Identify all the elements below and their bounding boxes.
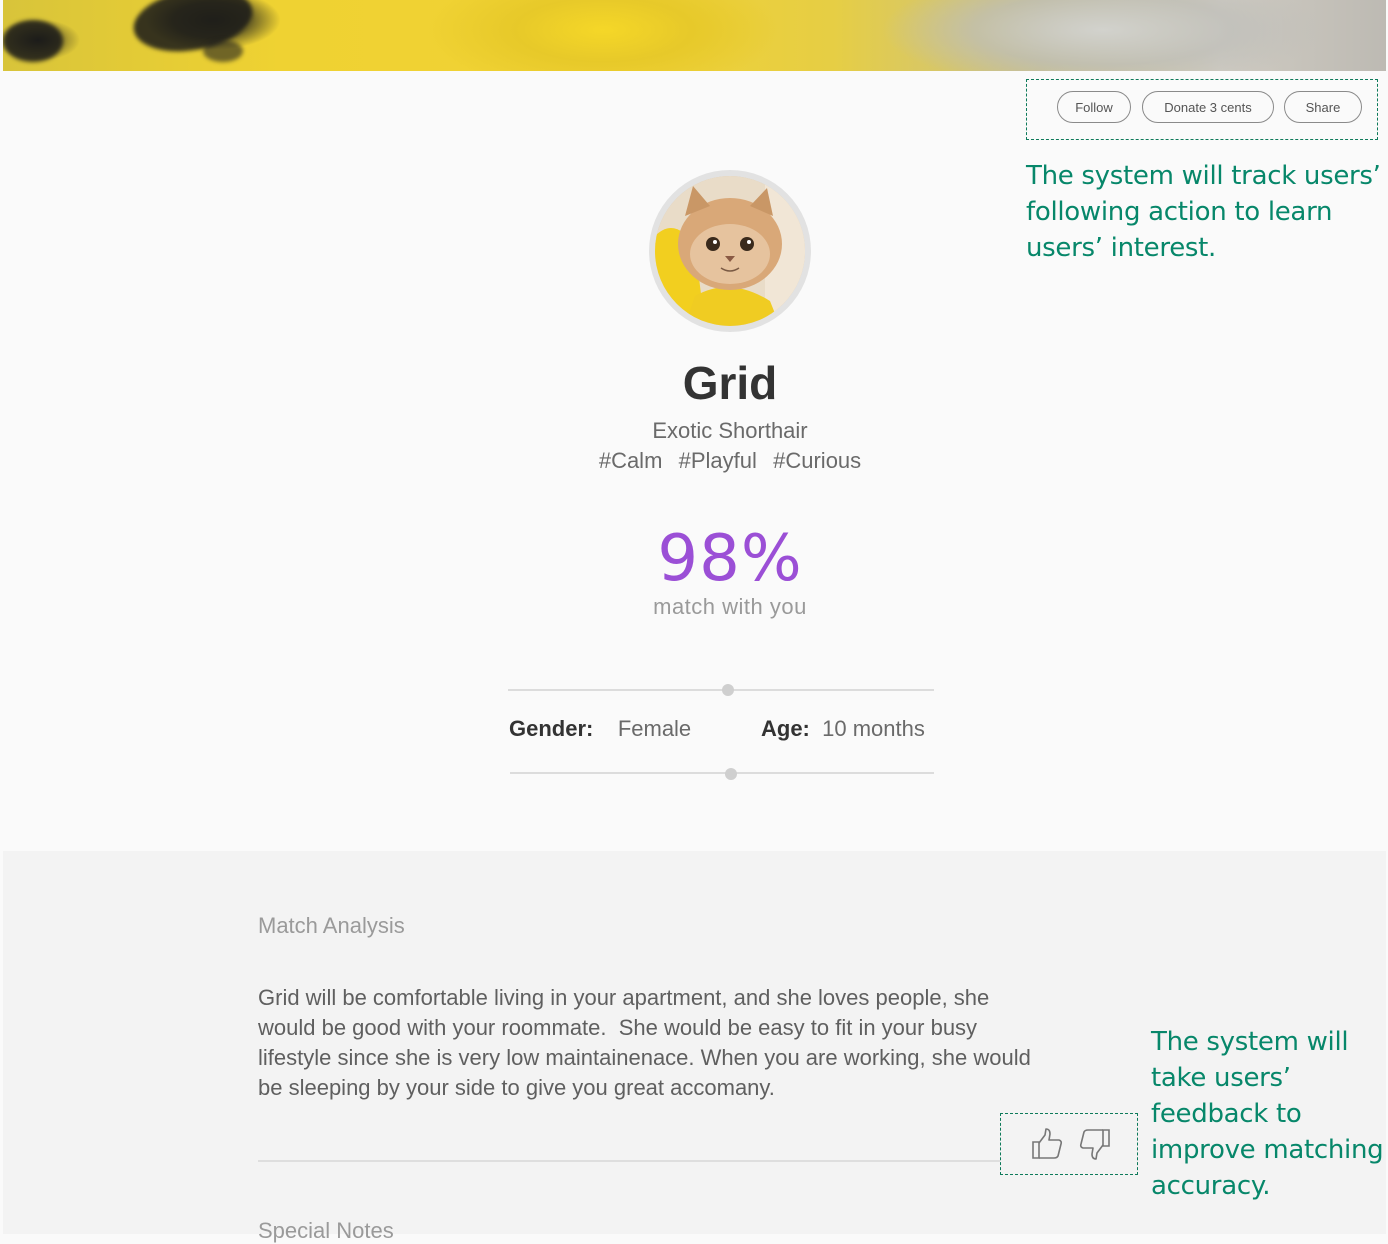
annotation-line: take users’ bbox=[1151, 1063, 1291, 1093]
age-info: Age: 10 months bbox=[761, 716, 925, 742]
thumbs-down-icon[interactable] bbox=[1077, 1126, 1113, 1162]
divider-bottom bbox=[510, 772, 934, 774]
analysis-line: lifestyle since she is very low maintain… bbox=[258, 1045, 1031, 1070]
match-analysis-title: Match Analysis bbox=[258, 913, 405, 938]
avatar-ring bbox=[649, 170, 811, 332]
follow-button[interactable]: Follow bbox=[1057, 91, 1131, 123]
annotation-line: The system will track users’ bbox=[1026, 161, 1381, 191]
feedback-annotation: The system will take users’ feedback to … bbox=[1151, 1024, 1384, 1204]
cat-photo bbox=[655, 176, 805, 326]
age-value: 10 months bbox=[822, 716, 925, 741]
gender-info: Gender: Female bbox=[509, 716, 691, 742]
analysis-line: be sleeping by your side to give you gre… bbox=[258, 1075, 775, 1100]
donate-button[interactable]: Donate 3 cents bbox=[1142, 91, 1274, 123]
annotation-line: improve matching bbox=[1151, 1135, 1384, 1165]
annotation-line: The system will bbox=[1151, 1027, 1349, 1057]
divider-bottom-dot bbox=[725, 768, 737, 780]
special-notes-title: Special Notes bbox=[258, 1218, 394, 1243]
divider-top-dot bbox=[722, 684, 734, 696]
gender-value: Female bbox=[617, 716, 692, 741]
pet-name: Grid bbox=[682, 357, 778, 409]
gender-label: Gender: bbox=[509, 716, 594, 741]
share-button[interactable]: Share bbox=[1284, 91, 1362, 123]
analysis-line: would be good with your roommate. She wo… bbox=[258, 1015, 978, 1040]
pet-tags: #Calm #Playful #Curious bbox=[598, 448, 862, 473]
match-analysis-text: Grid will be comfortable living in your … bbox=[258, 983, 1128, 1103]
match-label: match with you bbox=[653, 594, 807, 619]
divider-top bbox=[508, 689, 934, 691]
cover-banner-image bbox=[3, 0, 1386, 71]
analysis-divider bbox=[258, 1160, 1000, 1162]
feedback-highlight bbox=[1000, 1113, 1138, 1175]
follow-annotation: The system will track users’ following a… bbox=[1026, 158, 1381, 266]
pet-breed: Exotic Shorthair bbox=[652, 418, 808, 443]
age-label: Age: bbox=[761, 716, 810, 741]
analysis-line: Grid will be comfortable living in your … bbox=[258, 985, 990, 1010]
avatar[interactable] bbox=[655, 176, 805, 326]
annotation-line: following action to learn bbox=[1026, 197, 1333, 227]
match-percentage: 98% bbox=[657, 522, 803, 596]
action-buttons-highlight: Follow Donate 3 cents Share bbox=[1026, 79, 1378, 140]
annotation-line: feedback to bbox=[1151, 1099, 1302, 1129]
annotation-line: users’ interest. bbox=[1026, 233, 1216, 263]
thumbs-up-icon[interactable] bbox=[1029, 1126, 1065, 1162]
annotation-line: accuracy. bbox=[1151, 1171, 1271, 1201]
